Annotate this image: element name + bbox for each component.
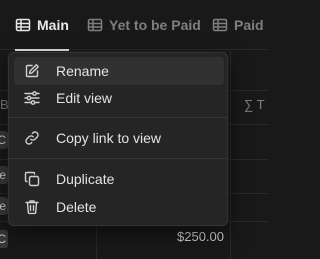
menu-item-duplicate[interactable]: Duplicate xyxy=(14,165,224,193)
menu-item-label: Copy link to view xyxy=(56,130,162,146)
tab-paid[interactable]: Paid xyxy=(212,0,264,50)
tab-paid-label: Paid xyxy=(234,17,264,33)
menu-item-label: Duplicate xyxy=(56,171,115,187)
duplicate-icon xyxy=(24,171,40,187)
view-context-menu: Rename Edit view Copy link to view Dupli… xyxy=(8,52,228,226)
menu-item-copy-link[interactable]: Copy link to view xyxy=(14,124,224,152)
column-header-total[interactable]: ∑ T xyxy=(244,97,265,112)
menu-item-rename[interactable]: Rename xyxy=(14,57,224,85)
table-icon xyxy=(87,18,103,32)
row-tag[interactable]: le xyxy=(0,166,8,184)
link-icon xyxy=(24,130,40,146)
tab-main-label: Main xyxy=(37,17,69,33)
tab-main[interactable]: Main xyxy=(15,0,69,51)
row-tag[interactable]: le xyxy=(0,197,8,215)
menu-separator xyxy=(9,117,227,118)
menu-item-delete[interactable]: Delete xyxy=(14,193,224,221)
amount-cell[interactable]: $250.00 xyxy=(160,229,224,244)
row-tag[interactable]: C xyxy=(0,230,8,248)
sliders-icon xyxy=(24,90,40,106)
table-icon xyxy=(212,18,228,32)
view-tab-bar: Main Yet to be Paid Paid xyxy=(0,0,268,51)
menu-separator xyxy=(9,158,227,159)
table-icon xyxy=(15,18,31,32)
row-tag[interactable]: C xyxy=(0,131,8,149)
pencil-icon xyxy=(24,63,40,79)
tab-yet-to-be-paid[interactable]: Yet to be Paid xyxy=(87,0,201,50)
trash-icon xyxy=(24,199,40,215)
tab-yet-to-be-paid-label: Yet to be Paid xyxy=(109,17,201,33)
menu-item-label: Delete xyxy=(56,199,97,215)
menu-item-label: Rename xyxy=(56,63,109,79)
menu-item-label: Edit view xyxy=(56,90,113,106)
menu-item-edit-view[interactable]: Edit view xyxy=(14,84,224,112)
divider xyxy=(230,51,231,259)
